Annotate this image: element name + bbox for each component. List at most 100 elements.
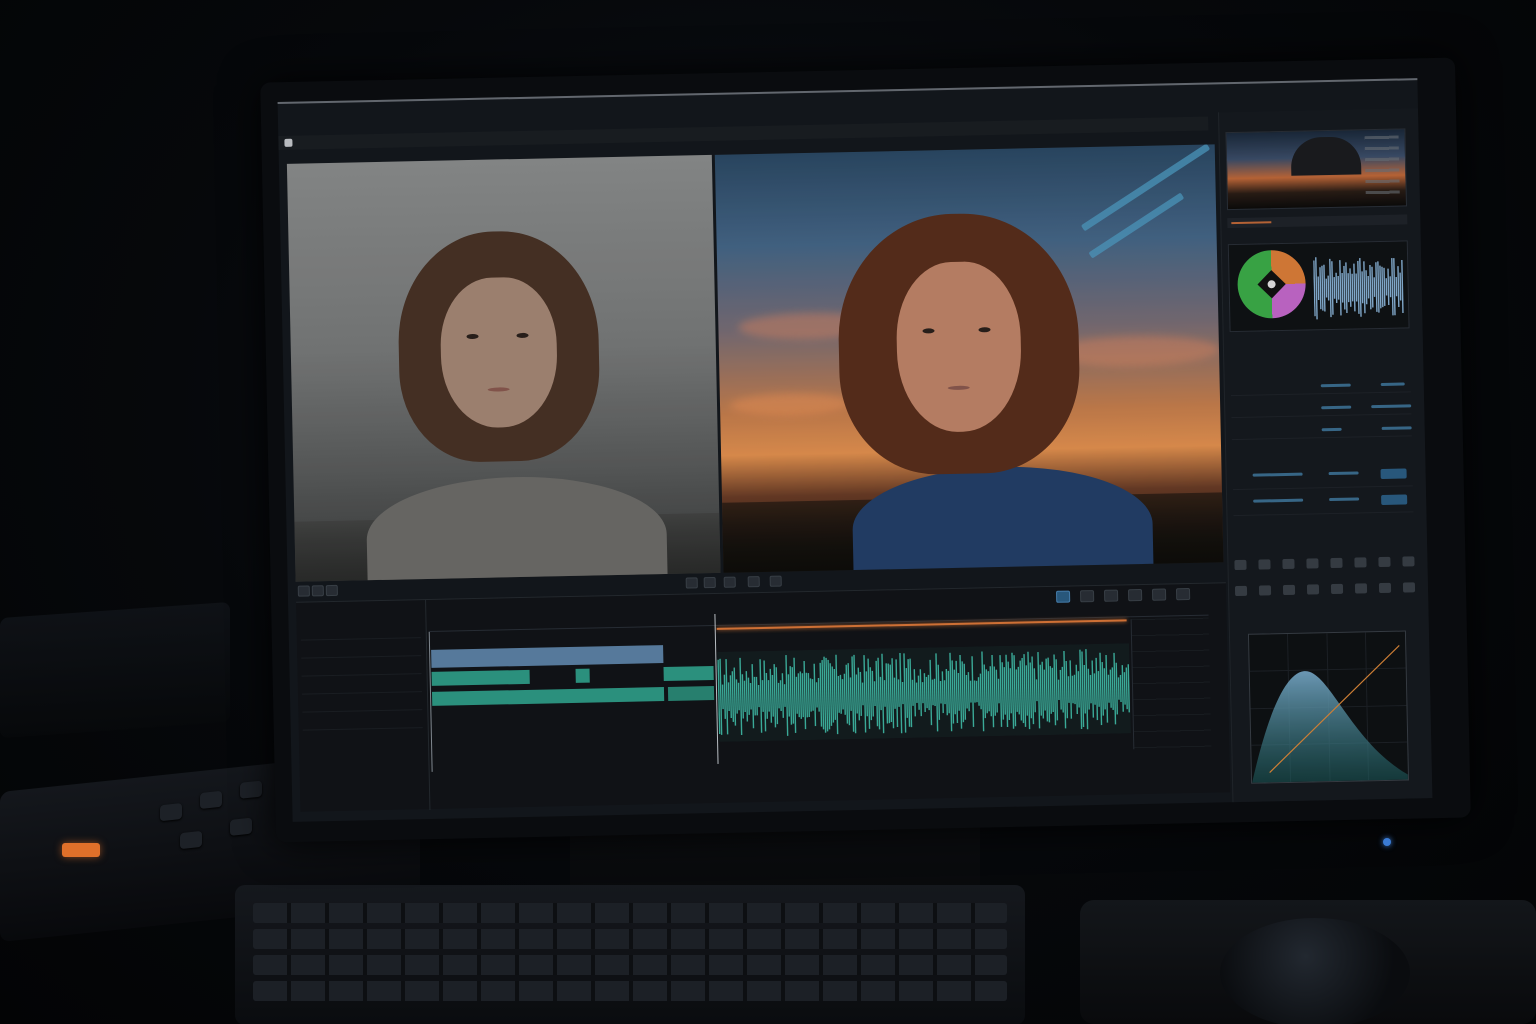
param-slider[interactable] — [1320, 383, 1351, 388]
key-row[interactable] — [253, 955, 1007, 975]
tool-icon[interactable] — [1258, 559, 1271, 570]
trackball[interactable] — [1220, 918, 1410, 1024]
param-slider[interactable] — [1371, 404, 1412, 409]
color-scope[interactable] — [1227, 240, 1410, 333]
control-knob[interactable] — [240, 780, 262, 799]
waveform-bar — [1357, 260, 1360, 314]
tool-icon[interactable] — [1306, 558, 1319, 569]
video-clip[interactable] — [431, 645, 664, 668]
panel-tabs — [1225, 114, 1245, 126]
audio-clip[interactable] — [575, 668, 590, 683]
audio-waveform[interactable] — [717, 643, 1131, 742]
snap-icon[interactable] — [1127, 589, 1143, 602]
tool-icon[interactable] — [1378, 582, 1392, 594]
tool-icon[interactable] — [1234, 585, 1248, 597]
blade-icon[interactable] — [1079, 590, 1095, 603]
curves-scope[interactable] — [1247, 630, 1410, 784]
waveform-bar — [1337, 275, 1340, 300]
param-slider[interactable] — [1253, 498, 1304, 503]
flag-icon[interactable] — [1175, 588, 1191, 601]
timeline[interactable] — [296, 582, 1231, 813]
record-icon[interactable] — [297, 585, 310, 597]
person-face — [439, 276, 559, 429]
tool-icon[interactable] — [1330, 583, 1344, 595]
waveform-bar — [1347, 273, 1350, 303]
key-row[interactable] — [253, 903, 1007, 923]
eye — [466, 333, 479, 340]
param-slider[interactable] — [1329, 497, 1360, 502]
timeline-empty-area[interactable] — [1130, 617, 1212, 750]
control-knob[interactable] — [230, 817, 252, 836]
param-row[interactable] — [1230, 376, 1411, 397]
tool-icon[interactable] — [1258, 585, 1272, 596]
param-row[interactable] — [1231, 398, 1412, 419]
control-knob[interactable] — [200, 790, 222, 810]
marker-icon[interactable] — [1151, 588, 1167, 601]
waveform-bar — [1361, 271, 1364, 304]
waveform-bar — [1327, 275, 1330, 301]
track-row[interactable] — [300, 642, 422, 659]
clip-icon[interactable] — [311, 585, 324, 597]
control-knob[interactable] — [160, 802, 182, 822]
param-slider[interactable] — [1380, 382, 1405, 386]
param-slider[interactable] — [1328, 471, 1359, 476]
tool-icon[interactable] — [1354, 583, 1368, 594]
track-row[interactable] — [302, 696, 423, 713]
waveform-bar — [1381, 266, 1384, 308]
program-viewer[interactable] — [714, 144, 1224, 573]
eye — [978, 327, 991, 333]
audio-clip[interactable] — [663, 666, 714, 682]
param-slider[interactable] — [1321, 427, 1342, 432]
app-icon — [284, 138, 293, 147]
tool-icon[interactable] — [1378, 556, 1391, 568]
keyer-row[interactable] — [1233, 490, 1414, 517]
control-knob[interactable] — [180, 830, 202, 850]
waveform-bar — [1349, 268, 1352, 307]
grid-icon[interactable] — [723, 576, 736, 588]
record-icon[interactable] — [685, 577, 698, 589]
tool-icon[interactable] — [1354, 557, 1367, 568]
link-icon[interactable] — [1103, 589, 1119, 602]
thumbnail-scrubber[interactable] — [1227, 214, 1408, 229]
param-slider[interactable] — [1321, 405, 1352, 410]
key-row[interactable] — [253, 981, 1007, 1001]
track-headers — [296, 600, 431, 813]
clip-icon[interactable] — [703, 576, 716, 589]
waveform-bar — [1375, 262, 1378, 312]
param-row[interactable] — [1231, 420, 1412, 441]
color-wheel-icon[interactable] — [1236, 249, 1307, 319]
tool-icon[interactable] — [1330, 557, 1343, 569]
crop-icon[interactable] — [747, 576, 760, 588]
tool-icon[interactable] — [1234, 559, 1247, 571]
orange-key[interactable] — [62, 843, 100, 857]
audio-clip[interactable] — [431, 687, 665, 706]
inspector-panel — [1218, 108, 1433, 805]
param-slider[interactable] — [1252, 472, 1303, 477]
waveform-bar — [1355, 273, 1358, 302]
waveform-bar — [1325, 278, 1328, 298]
key-row[interactable] — [253, 929, 1007, 949]
source-viewer[interactable] — [286, 154, 721, 582]
waveform-bar — [1369, 265, 1372, 310]
select-icon[interactable] — [1055, 590, 1071, 603]
marker-icon[interactable] — [769, 575, 782, 587]
tool-icon[interactable] — [1282, 558, 1295, 570]
tool-icon[interactable] — [1282, 584, 1296, 596]
toggle-button[interactable] — [1380, 468, 1407, 479]
tool-icon[interactable] — [1402, 556, 1415, 567]
audio-clip[interactable] — [667, 686, 715, 701]
toggle-button[interactable] — [1381, 494, 1408, 505]
track-row[interactable] — [302, 714, 423, 731]
param-slider[interactable] — [1381, 426, 1412, 430]
track-row[interactable] — [301, 678, 422, 695]
audio-clip[interactable] — [431, 669, 530, 686]
grid-icon[interactable] — [325, 584, 338, 597]
track-row[interactable] — [301, 660, 422, 677]
tool-icon[interactable] — [1402, 582, 1416, 593]
track-row[interactable] — [300, 624, 421, 641]
tool-icon[interactable] — [1306, 584, 1320, 595]
waveform-bar — [1341, 272, 1344, 303]
keyer-row[interactable] — [1232, 464, 1413, 491]
waveform-bar — [1333, 277, 1336, 299]
clip-thumbnail[interactable] — [1225, 128, 1408, 211]
